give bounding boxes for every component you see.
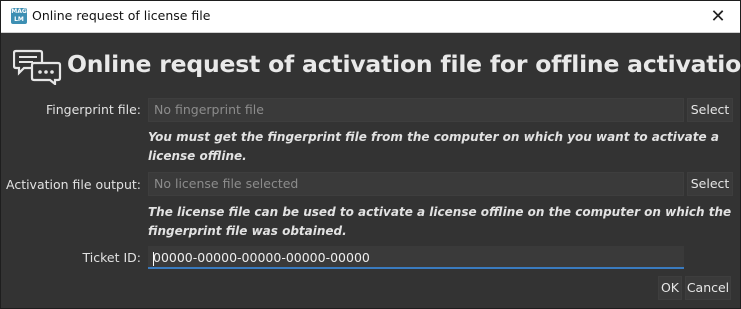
fingerprint-note-line1: You must get the fingerprint file from t… xyxy=(148,130,719,144)
activation-note-line1: The license file can be used to activate… xyxy=(148,205,732,219)
fingerprint-select-button[interactable]: Select xyxy=(687,98,733,122)
ok-button[interactable]: OK xyxy=(658,276,682,300)
fingerprint-note: You must get the fingerprint file from t… xyxy=(148,128,719,166)
activation-note-line2: fingerprint file was obtained. xyxy=(148,224,347,238)
ticket-id-input[interactable]: 00000-00000-00000-00000-00000 xyxy=(148,246,684,269)
ticket-id-label: Ticket ID: xyxy=(82,250,141,265)
title-bar: MAG LM Online request of license file ✕ xyxy=(1,1,740,33)
activation-output-label: Activation file output: xyxy=(5,177,141,192)
fingerprint-file-field[interactable]: No fingerprint file xyxy=(148,98,684,122)
page-title: Online request of activation file for of… xyxy=(67,50,741,78)
activation-select-button[interactable]: Select xyxy=(687,172,733,196)
fingerprint-note-line2: license offline. xyxy=(148,149,247,163)
window-title: Online request of license file xyxy=(32,8,211,23)
ticket-id-value: 00000-00000-00000-00000-00000 xyxy=(153,250,370,265)
app-icon: MAG LM xyxy=(11,8,27,24)
dialog-window: MAG LM Online request of license file ✕ O… xyxy=(0,0,741,309)
activation-file-field[interactable]: No license file selected xyxy=(148,172,684,196)
chat-bubbles-icon xyxy=(13,49,62,85)
close-button[interactable]: ✕ xyxy=(696,1,740,32)
activation-note: The license file can be used to activate… xyxy=(148,203,731,241)
dialog-header: Online request of activation file for of… xyxy=(13,47,741,89)
fingerprint-label: Fingerprint file: xyxy=(45,102,141,117)
close-icon: ✕ xyxy=(710,6,726,27)
cancel-button[interactable]: Cancel xyxy=(685,276,731,300)
